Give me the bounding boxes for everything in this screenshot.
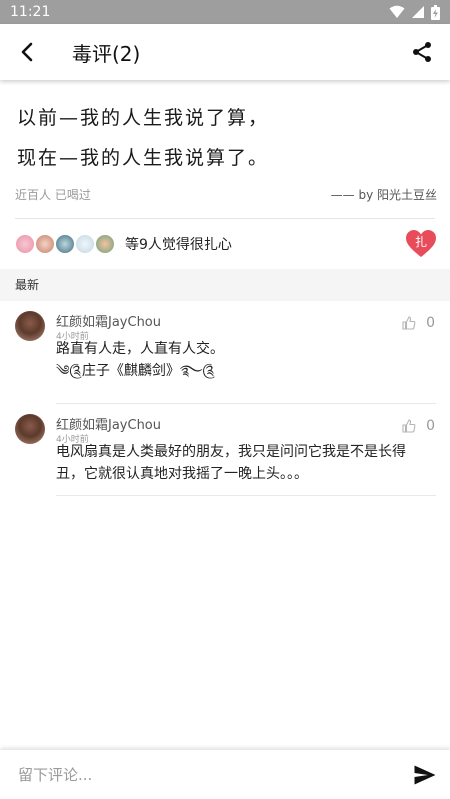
quote-line: 以前—我的人生我说了算， [17, 107, 270, 129]
comment-line: 丑，它就很认真地对我摇了一晚上头。。。 [56, 466, 308, 482]
status-time: 11:21 [10, 4, 51, 20]
comment-like-button[interactable]: 0 [402, 315, 435, 331]
status-bar: 11:21 [0, 0, 450, 24]
post-author[interactable]: —— by 阳光土豆丝 [331, 186, 437, 203]
comment-author[interactable]: 红颜如霜JayChou [56, 414, 161, 433]
quote-line: 现在—我的人生我说算了。 [17, 147, 270, 169]
comment-input[interactable] [0, 765, 400, 784]
liker-avatar[interactable] [15, 234, 35, 254]
arrow-left-icon [21, 42, 33, 62]
wifi-icon [389, 5, 405, 18]
comment-body: 电风扇真是人类最好的朋友，我只是问问它我是不是长得 丑，它就很认真地对我摇了一晚… [56, 441, 426, 485]
comment-line: 电风扇真是人类最好的朋友，我只是问问它我是不是长得 [56, 444, 406, 460]
thumbs-up-icon [402, 419, 416, 433]
likes-text: 等9人觉得很扎心 [125, 237, 232, 253]
comment-line: ༄༊庄子《麒麟剑》࿐༊ [56, 363, 215, 379]
share-button[interactable] [394, 24, 450, 80]
send-button[interactable] [400, 750, 450, 799]
comment-body: 路直有人走，人直有人交。 ༄༊庄子《麒麟剑》࿐༊ [56, 338, 426, 382]
share-icon [413, 42, 431, 62]
signal-icon [412, 6, 424, 18]
send-icon [414, 765, 436, 784]
post-quote: 以前—我的人生我说了算， 现在—我的人生我说算了。 [17, 98, 437, 178]
divider [15, 218, 435, 219]
comment-divider [56, 403, 436, 404]
likes-row[interactable]: 等9人觉得很扎心 扎 [15, 228, 437, 260]
comment-input-bar [0, 750, 450, 799]
liker-avatar[interactable] [35, 234, 55, 254]
battery-icon [431, 4, 440, 20]
status-icons [389, 4, 440, 20]
avatar[interactable] [15, 414, 45, 444]
page-title: 毒评(2) [72, 41, 141, 66]
view-count: 近百人 已喝过 [15, 188, 91, 202]
comment-like-button[interactable]: 0 [402, 418, 435, 434]
thumbs-up-icon [402, 316, 416, 330]
comment-author[interactable]: 红颜如霜JayChou [56, 311, 161, 330]
heart-button[interactable]: 扎 [405, 228, 437, 260]
liker-avatar[interactable] [75, 234, 95, 254]
comment-divider [56, 495, 436, 496]
back-button[interactable] [0, 24, 56, 80]
heart-label: 扎 [414, 235, 427, 249]
comment-like-count: 0 [426, 315, 435, 331]
avatar[interactable] [15, 311, 45, 341]
section-latest: 最新 [0, 269, 450, 301]
liker-avatar[interactable] [95, 234, 115, 254]
app-bar: 毒评(2) [0, 24, 450, 80]
liker-avatar[interactable] [55, 234, 75, 254]
comment-line: 路直有人走，人直有人交。 [56, 341, 224, 357]
liker-avatars[interactable] [15, 234, 115, 254]
post-meta: 近百人 已喝过 —— by 阳光土豆丝 [15, 186, 437, 203]
comment-like-count: 0 [426, 418, 435, 434]
